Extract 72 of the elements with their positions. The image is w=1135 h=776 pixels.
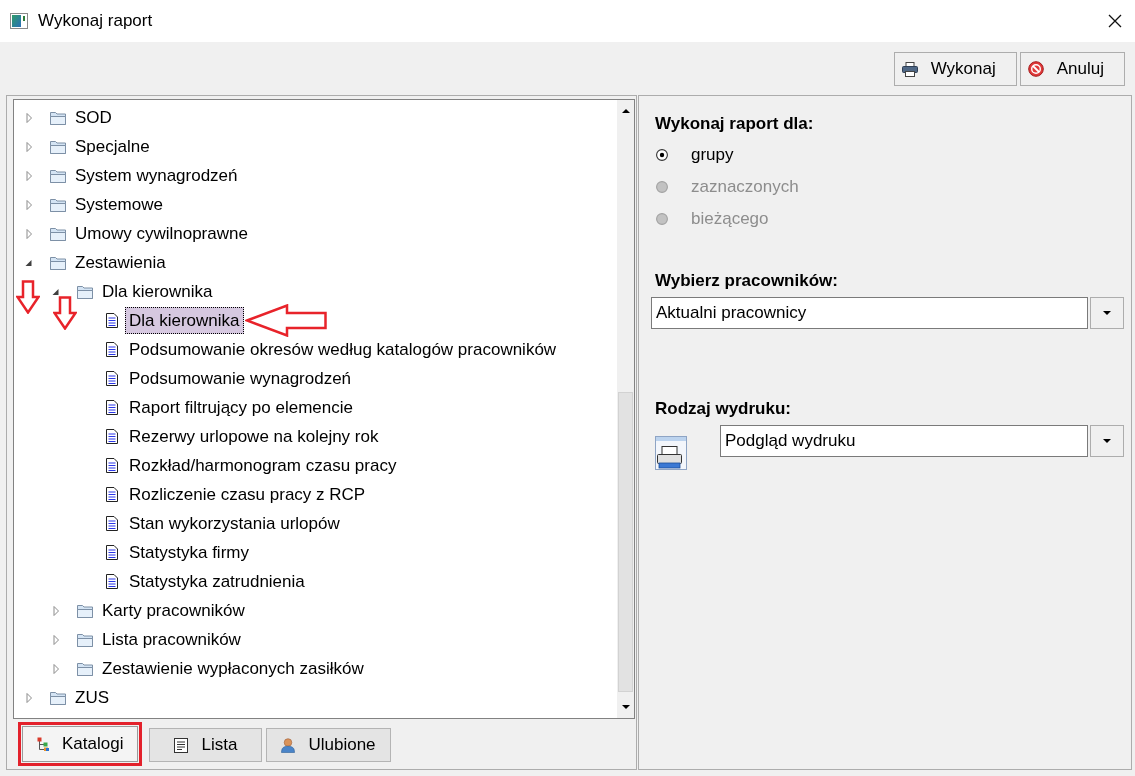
section-heading: Wykonaj raport dla:: [655, 113, 815, 135]
folder-icon: [50, 226, 66, 241]
select-field[interactable]: Aktualni pracownicy: [651, 297, 1088, 329]
tree-item[interactable]: Stan wykorzystania urlopów: [125, 510, 344, 537]
up-triangle-icon: [621, 109, 630, 113]
document-icon: [106, 574, 118, 589]
document-icon: [106, 342, 118, 357]
tree-item[interactable]: ZUS: [71, 684, 113, 711]
cancel-icon: [1027, 61, 1044, 77]
folder-icon: [77, 661, 93, 676]
radio-button[interactable]: [656, 149, 668, 161]
tree-item[interactable]: Podsumowanie okresów według katalogów pracowników: [125, 336, 561, 363]
folder-icon: [77, 632, 93, 647]
tree-item[interactable]: Rezerwy urlopowe na kolejny rok: [125, 423, 383, 450]
caret-icon: [1103, 311, 1111, 315]
down-triangle-icon: [621, 705, 630, 709]
tab[interactable]: Ulubione: [266, 728, 391, 762]
scrollbar-thumb[interactable]: [618, 392, 633, 692]
tree-item[interactable]: Specjalne: [71, 133, 154, 160]
run-button[interactable]: Wykonaj: [893, 52, 1017, 86]
tree-item[interactable]: Rozkład/harmonogram czasu pracy: [125, 452, 401, 479]
tree-item[interactable]: Umowy cywilnoprawne: [71, 220, 252, 247]
tree-item[interactable]: Raport filtrujący po elemencie: [125, 394, 357, 421]
folder-icon: [50, 110, 66, 125]
document-icon: [106, 371, 118, 386]
folder-icon: [50, 255, 66, 270]
tree-item[interactable]: SOD: [71, 104, 116, 131]
document-icon: [106, 400, 118, 415]
tree-item[interactable]: Statystyka firmy: [125, 539, 253, 566]
tree-item[interactable]: Lista pracowników: [98, 626, 245, 653]
document-icon: [106, 429, 118, 444]
section-heading: Rodzaj wydruku:: [655, 398, 792, 420]
tree-item[interactable]: Rozliczenie czasu pracy z RCP: [125, 481, 370, 508]
tree-item[interactable]: Zestawienia: [71, 249, 170, 276]
section-heading: Wybierz pracowników:: [655, 270, 839, 292]
document-list-icon: [174, 737, 189, 753]
document-icon: [106, 313, 118, 328]
document-icon: [106, 545, 118, 560]
printer-icon: [901, 61, 918, 77]
folder-icon: [50, 197, 66, 212]
document-icon: [106, 458, 118, 473]
tree-structure-icon: [37, 737, 49, 751]
close-icon: [1108, 14, 1122, 28]
tree-item[interactable]: Zestawienie wypłaconych zasiłków: [98, 655, 368, 682]
tree-item[interactable]: Dla kierownika: [98, 278, 217, 305]
document-icon: [106, 516, 118, 531]
folder-icon: [50, 690, 66, 705]
folder-icon: [77, 603, 93, 618]
tree-item[interactable]: Podsumowanie wynagrodzeń: [125, 365, 356, 392]
radio-label: zaznaczonych: [691, 177, 799, 197]
tab[interactable]: Katalogi: [22, 726, 139, 762]
dropdown-button[interactable]: [1090, 425, 1124, 457]
tree-item[interactable]: System wynagrodzeń: [71, 162, 242, 189]
radio-label: grupy: [691, 145, 734, 165]
user-icon: [281, 737, 296, 753]
printer-window-icon: [655, 436, 687, 470]
tree-item[interactable]: Dla kierownika: [125, 307, 244, 334]
tab[interactable]: Lista: [149, 728, 263, 762]
app-icon: [10, 13, 28, 29]
tree-item[interactable]: Statystyka zatrudnienia: [125, 568, 309, 595]
tree-item[interactable]: Karty pracowników: [98, 597, 249, 624]
select-field[interactable]: Podgląd wydruku: [720, 425, 1088, 457]
dropdown-button[interactable]: [1090, 297, 1124, 329]
folder-icon: [50, 139, 66, 154]
tree-item[interactable]: Systemowe: [71, 191, 167, 218]
window-title: Wykonaj raport: [38, 11, 153, 31]
document-icon: [106, 487, 118, 502]
folder-icon: [77, 284, 93, 299]
radio-label: bieżącego: [691, 209, 769, 229]
cancel-button[interactable]: Anuluj: [1019, 52, 1125, 86]
caret-icon: [1103, 439, 1111, 443]
folder-icon: [50, 168, 66, 183]
